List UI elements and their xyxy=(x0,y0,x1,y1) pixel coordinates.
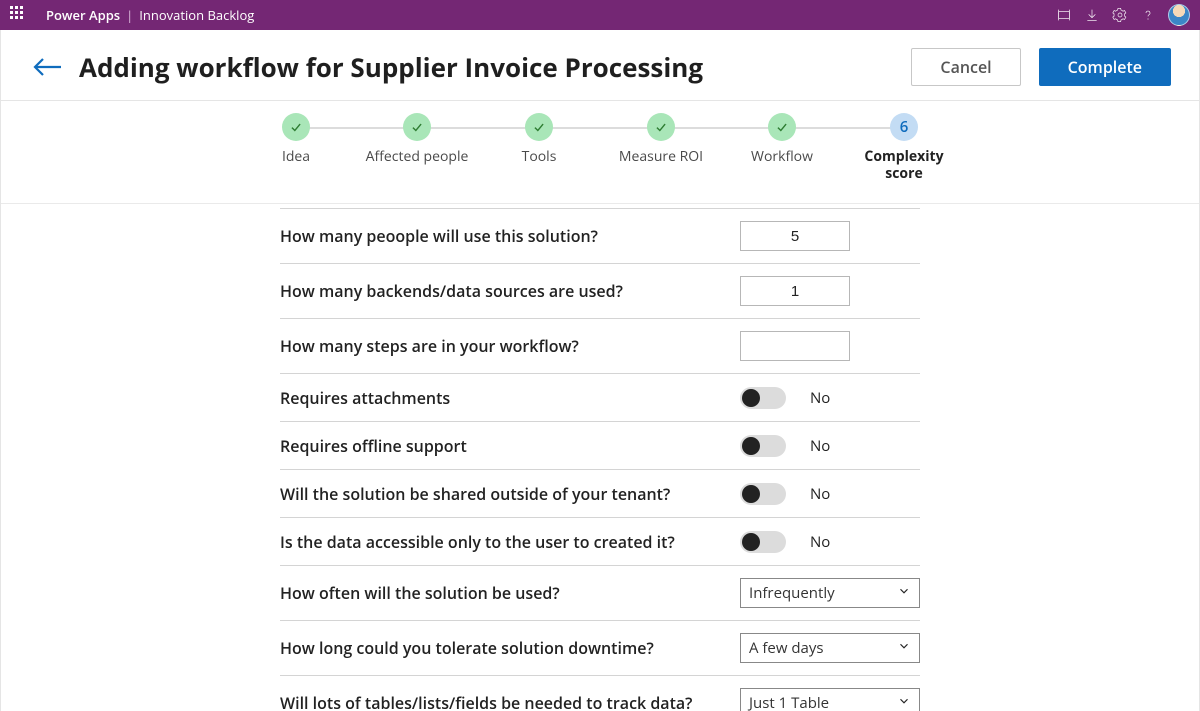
question-label: How many peoople will use this solution? xyxy=(280,225,740,247)
step-label: Idea xyxy=(243,149,349,166)
select-value: Infrequently xyxy=(749,583,835,603)
step-measure-roi[interactable]: Measure ROI xyxy=(608,113,714,166)
app-topbar: Power Apps | Innovation Backlog xyxy=(0,0,1200,30)
step-label: Measure ROI xyxy=(608,149,714,166)
step-complexity-score[interactable]: 6 Complexity score xyxy=(851,113,957,183)
chevron-down-icon xyxy=(897,638,911,658)
step-label: Complexity score xyxy=(851,149,957,183)
back-arrow-icon[interactable] xyxy=(29,49,65,85)
workflow-steps-input[interactable] xyxy=(740,331,850,361)
backends-count-input[interactable] xyxy=(740,276,850,306)
page-title: Adding workflow for Supplier Invoice Pro… xyxy=(79,49,703,85)
step-number-badge: 6 xyxy=(890,113,918,141)
question-label: How many steps are in your workflow? xyxy=(280,335,740,357)
step-affected-people[interactable]: Affected people xyxy=(364,113,470,166)
question-label: How often will the solution be used? xyxy=(280,582,740,604)
frequency-select[interactable]: Infrequently xyxy=(740,578,920,608)
step-label: Workflow xyxy=(729,149,835,166)
row-people-count: How many peoople will use this solution? xyxy=(280,208,920,263)
tables-select[interactable]: Just 1 Table xyxy=(740,688,920,711)
row-requires-offline: Requires offline support No xyxy=(280,421,920,469)
step-label: Affected people xyxy=(364,149,470,166)
settings-gear-icon[interactable] xyxy=(1106,1,1134,29)
attachments-toggle[interactable] xyxy=(740,387,786,409)
downtime-select[interactable]: A few days xyxy=(740,633,920,663)
row-shared-outside-tenant: Will the solution be shared outside of y… xyxy=(280,469,920,517)
question-label: Requires attachments xyxy=(280,387,740,409)
row-data-accessible-creator: Is the data accessible only to the user … xyxy=(280,517,920,565)
question-label: Requires offline support xyxy=(280,435,740,457)
toggle-value-label: No xyxy=(810,436,830,456)
user-avatar[interactable] xyxy=(1168,4,1190,26)
download-icon[interactable] xyxy=(1078,1,1106,29)
check-icon xyxy=(768,113,796,141)
check-icon xyxy=(647,113,675,141)
row-workflow-steps: How many steps are in your workflow? xyxy=(280,318,920,373)
brand-label: Power Apps xyxy=(46,6,120,24)
complexity-form: How many peoople will use this solution?… xyxy=(280,208,920,711)
help-icon[interactable] xyxy=(1134,1,1162,29)
check-icon xyxy=(525,113,553,141)
people-count-input[interactable] xyxy=(740,221,850,251)
app-launcher-icon[interactable] xyxy=(10,6,28,24)
select-value: A few days xyxy=(749,638,824,658)
question-label: How long could you tolerate solution dow… xyxy=(280,637,740,659)
brand-divider: | xyxy=(126,6,133,24)
cancel-button[interactable]: Cancel xyxy=(911,48,1020,86)
question-label: Will the solution be shared outside of y… xyxy=(280,483,740,505)
fit-to-screen-icon[interactable] xyxy=(1050,1,1078,29)
check-icon xyxy=(282,113,310,141)
question-label: Will lots of tables/lists/fields be need… xyxy=(280,692,740,711)
step-label: Tools xyxy=(486,149,592,166)
row-usage-frequency: How often will the solution be used? Inf… xyxy=(280,565,920,620)
page-header: Adding workflow for Supplier Invoice Pro… xyxy=(1,30,1199,101)
row-tables-needed: Will lots of tables/lists/fields be need… xyxy=(280,675,920,711)
app-name-label: Innovation Backlog xyxy=(139,6,254,24)
wizard-stepper: Idea Affected people Tools Measure ROI W… xyxy=(280,113,920,193)
shared-toggle[interactable] xyxy=(740,483,786,505)
chevron-down-icon xyxy=(897,583,911,603)
complete-button[interactable]: Complete xyxy=(1039,48,1171,86)
row-downtime-tolerance: How long could you tolerate solution dow… xyxy=(280,620,920,675)
toggle-value-label: No xyxy=(810,532,830,552)
select-value: Just 1 Table xyxy=(749,693,829,711)
question-label: How many backends/data sources are used? xyxy=(280,280,740,302)
check-icon xyxy=(403,113,431,141)
question-label: Is the data accessible only to the user … xyxy=(280,531,740,553)
step-workflow[interactable]: Workflow xyxy=(729,113,835,166)
step-idea[interactable]: Idea xyxy=(243,113,349,166)
toggle-value-label: No xyxy=(810,484,830,504)
step-tools[interactable]: Tools xyxy=(486,113,592,166)
chevron-down-icon xyxy=(897,693,911,711)
toggle-value-label: No xyxy=(810,388,830,408)
row-backends-count: How many backends/data sources are used? xyxy=(280,263,920,318)
offline-toggle[interactable] xyxy=(740,435,786,457)
data-access-toggle[interactable] xyxy=(740,531,786,553)
row-requires-attachments: Requires attachments No xyxy=(280,373,920,421)
